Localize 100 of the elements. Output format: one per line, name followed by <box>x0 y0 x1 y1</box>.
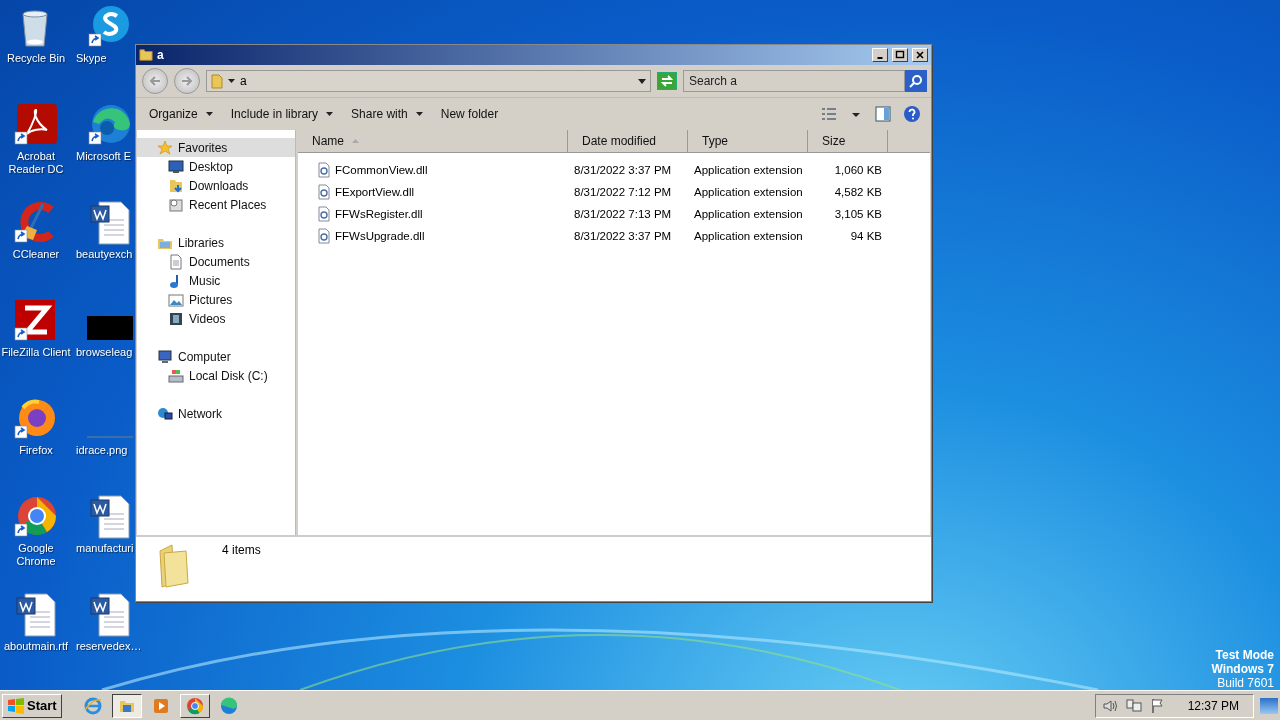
browser-icon <box>218 695 239 716</box>
desktop-icon-label: Microsoft E <box>75 150 131 163</box>
search-icon <box>909 74 923 88</box>
nav-item[interactable]: Favorites <box>137 138 295 157</box>
network-icon <box>1125 697 1142 714</box>
dll-file-icon <box>316 228 332 244</box>
dll-file-icon <box>316 184 332 200</box>
address-bar[interactable]: a <box>206 70 651 92</box>
arrow-icon <box>149 76 161 86</box>
arrow-icon <box>181 76 193 86</box>
flag-icon <box>1149 697 1166 714</box>
desktop-icon-label: reservedex… <box>75 640 142 653</box>
nav-item[interactable]: Videos <box>137 309 295 328</box>
desktop-icon-label: FileZilla Client <box>1 346 71 359</box>
type-cell-text: Application extension <box>693 230 804 242</box>
network-globe-icon <box>157 405 173 422</box>
nav-item[interactable]: Music <box>137 271 295 290</box>
browser-icon <box>82 695 103 716</box>
file-name[interactable]: FCommonView.dll <box>335 164 428 176</box>
monitor-icon <box>157 348 173 365</box>
folder-icon <box>211 73 223 89</box>
document-icon <box>168 253 184 270</box>
date-cell-text: 8/31/2022 3:37 PM <box>573 230 673 242</box>
desktop-icon-label: beautyexch <box>75 248 133 261</box>
type-cell-text: Application extension <box>693 208 804 220</box>
caret-icon <box>205 112 213 116</box>
show-desktop-button[interactable] <box>1260 697 1278 714</box>
start-button[interactable]: Start <box>2 693 62 718</box>
browser-icon[interactable] <box>13 494 59 540</box>
dropdown-caret-icon <box>638 78 646 84</box>
clock[interactable]: 12:37 PM <box>1187 698 1239 713</box>
nav-item[interactable]: Network <box>137 404 295 423</box>
minimize-icon <box>877 57 883 59</box>
window-title: a <box>157 48 165 62</box>
os-notice: Test Mode <box>1215 648 1274 662</box>
download-folder-icon <box>168 177 184 194</box>
document-icon[interactable] <box>87 592 133 638</box>
recent-places-icon <box>168 196 184 213</box>
desktop-icon-label: browseleag <box>75 346 133 359</box>
toolbar-button[interactable]: New folder <box>433 103 506 125</box>
date-cell-text: 8/31/2022 3:37 PM <box>573 164 673 176</box>
date-cell-text: 8/31/2022 7:12 PM <box>573 186 673 198</box>
nav-item[interactable]: Downloads <box>137 176 295 195</box>
refresh-button[interactable] <box>657 72 677 90</box>
file-name[interactable]: FFWsRegister.dll <box>335 208 423 220</box>
file-name[interactable]: FExportView.dll <box>335 186 415 198</box>
browser-icon[interactable] <box>87 102 133 148</box>
view-options-icon <box>821 106 837 122</box>
desktop-icon-label: idrace.png <box>75 444 128 457</box>
caret-icon <box>415 112 423 116</box>
document-icon[interactable] <box>87 200 133 246</box>
taskbar-app-button[interactable] <box>111 693 142 718</box>
type-cell-text: Application extension <box>693 164 804 176</box>
caret-icon <box>326 112 334 116</box>
caret-icon <box>228 79 235 83</box>
desktop-icon-label: aboutmain.rtf <box>3 640 69 653</box>
close-button[interactable] <box>912 48 928 62</box>
maximize-icon <box>895 50 905 60</box>
search-button[interactable] <box>905 70 927 92</box>
nav-item[interactable]: Documents <box>137 252 295 271</box>
nav-item[interactable]: Computer <box>137 347 295 366</box>
toolbar-button[interactable]: Include in library <box>223 103 341 125</box>
size-cell-text: 3,105 KB <box>833 208 883 220</box>
help-icon <box>903 105 921 123</box>
star-icon <box>157 139 173 156</box>
desktop-icon-label: Skype <box>75 52 107 65</box>
desktop-icon-label: Firefox <box>19 444 53 457</box>
item-count: 4 items <box>222 543 261 559</box>
desktop-icon-label: Acrobat Reader DC <box>7 150 65 176</box>
desktop-icon-label: manufacturi <box>75 542 134 555</box>
file-name[interactable]: FFWsUpgrade.dll <box>335 230 425 242</box>
toolbar-button[interactable]: Share with <box>344 103 430 125</box>
nav-item[interactable]: Recent Places <box>137 195 295 214</box>
type-cell-text: Application extension <box>693 186 804 198</box>
desktop-icon-label: Google Chrome <box>15 542 57 568</box>
os-notice: Build 7601 <box>1217 676 1274 690</box>
nav-item[interactable]: Pictures <box>137 290 295 309</box>
preview-pane-icon <box>875 106 891 122</box>
size-cell-text: 1,060 KB <box>833 164 883 176</box>
windows-flag-icon <box>7 697 25 714</box>
document-icon[interactable] <box>87 494 133 540</box>
dll-file-icon <box>316 162 332 178</box>
nav-item[interactable]: Desktop <box>137 157 295 176</box>
sort-arrow-icon <box>352 139 359 143</box>
browser-icon <box>184 695 205 716</box>
nav-item[interactable]: Libraries <box>137 233 295 252</box>
film-icon <box>168 310 184 327</box>
picture-icon <box>168 291 184 308</box>
search-field[interactable]: Search a <box>683 70 905 92</box>
speaker-icon <box>1101 697 1118 714</box>
toolbar-button[interactable]: Organize <box>142 103 220 125</box>
minimize-button[interactable] <box>872 48 888 62</box>
os-notice: Windows 7 <box>1211 662 1274 676</box>
pdf-app-icon[interactable] <box>13 102 59 148</box>
nav-item[interactable]: Local Disk (C:) <box>137 366 295 385</box>
desktop-icon-label: CCleaner <box>12 248 60 261</box>
maximize-button[interactable] <box>892 48 908 62</box>
refresh-icon <box>660 75 674 87</box>
document-icon[interactable] <box>13 592 59 638</box>
size-cell-text: 4,582 KB <box>833 186 883 198</box>
